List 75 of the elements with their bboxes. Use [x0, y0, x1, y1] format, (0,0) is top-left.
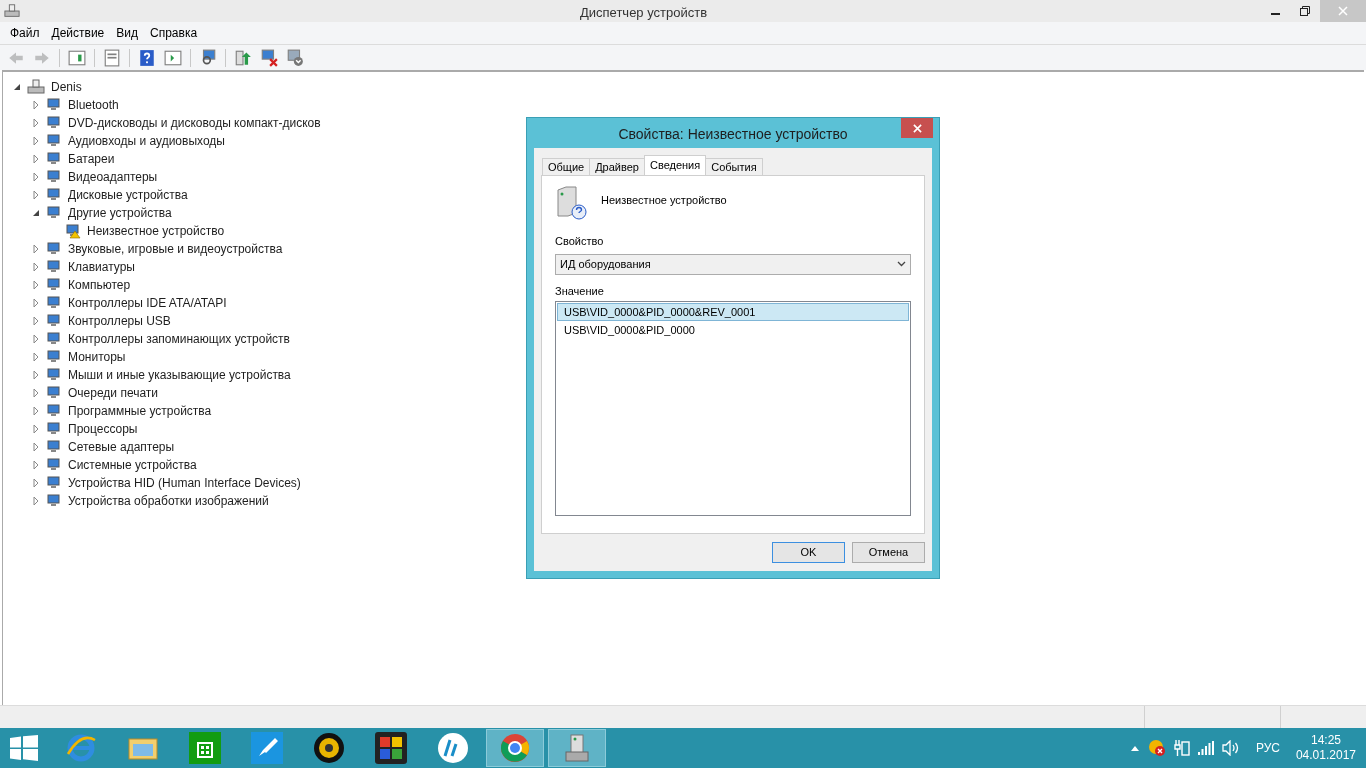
caret-up-icon[interactable] — [1129, 744, 1140, 752]
tree-item[interactable]: Контроллеры IDE ATA/ATAPI — [66, 294, 229, 312]
windows-logo-icon — [10, 735, 38, 761]
restore-icon — [1300, 6, 1310, 16]
tree-item[interactable]: Аудиовходы и аудиовыходы — [66, 132, 227, 150]
browser-icon — [65, 732, 97, 764]
tree-item[interactable]: Denis — [49, 78, 84, 96]
tab[interactable]: События — [705, 158, 763, 175]
device-remove-icon — [260, 48, 278, 67]
menu-item[interactable]: Действие — [45, 24, 111, 42]
tree-item[interactable]: Дисковые устройства — [66, 186, 190, 204]
dialog-title: Свойства: Неизвестное устройство — [618, 124, 848, 144]
value-label: Значение — [555, 283, 605, 299]
value-row[interactable]: USB\VID_0000&PID_0000 — [557, 321, 909, 339]
speaker-icon[interactable] — [1221, 740, 1240, 756]
power-plug-icon[interactable] — [1173, 739, 1190, 757]
clock[interactable]: 14:25 04.01.2017 — [1295, 733, 1356, 763]
computer-icon — [4, 3, 20, 19]
tree-item[interactable]: Системные устройства — [66, 456, 199, 474]
menu-item[interactable]: Вид — [110, 24, 144, 42]
tree-item[interactable]: Bluetooth — [66, 96, 121, 114]
tree-item[interactable]: Видеоадаптеры — [66, 168, 160, 186]
close-icon — [1338, 6, 1348, 16]
close-icon — [912, 123, 922, 133]
window-title: Диспетчер устройств — [580, 4, 708, 22]
tree-item[interactable]: Процессоры — [66, 420, 140, 438]
device-update-icon — [234, 48, 252, 67]
tree-item[interactable]: Звуковые, игровые и видеоустройства — [66, 240, 285, 258]
tree-item[interactable]: Мониторы — [66, 348, 128, 366]
unknown-device-icon — [555, 186, 587, 220]
webcam-icon — [313, 732, 345, 764]
device-name: Неизвестное устройство — [601, 193, 727, 208]
tree-item[interactable]: Сетевые адаптеры — [66, 438, 177, 456]
window-icon — [103, 48, 121, 67]
signal-bars-icon[interactable] — [1197, 741, 1214, 755]
tree-item[interactable]: Устройства HID (Human Interface Devices) — [66, 474, 303, 492]
tree-item[interactable]: Программные устройства — [66, 402, 214, 420]
property-dropdown[interactable]: ИД оборудования — [555, 253, 911, 275]
chevron-down-icon — [897, 261, 906, 267]
tab[interactable]: Общие — [542, 158, 591, 175]
tree-item[interactable]: Контроллеры запоминающих устройств — [66, 330, 292, 348]
dropdown-value: ИД оборудования — [560, 256, 652, 272]
language-indicator[interactable]: РУС — [1255, 739, 1280, 757]
puzzle-icon — [375, 732, 407, 764]
round-logo-icon — [437, 732, 469, 764]
shield-error-icon[interactable] — [1147, 739, 1166, 757]
tree-item[interactable]: Устройства обработки изображений — [66, 492, 271, 510]
colored-ring-icon — [499, 732, 531, 764]
dialog-button[interactable]: Отмена — [852, 542, 925, 563]
device-download-icon — [286, 48, 304, 67]
tree-item[interactable]: DVD-дисководы и дисководы компакт-дисков — [66, 114, 323, 132]
panel-icon — [164, 48, 182, 67]
value-row[interactable]: USB\VID_0000&PID_0000&REV_0001 — [557, 303, 909, 321]
tree-item[interactable]: Клавиатуры — [66, 258, 137, 276]
tree-item[interactable]: Компьютер — [66, 276, 133, 294]
tree-item[interactable]: Неизвестное устройство — [85, 222, 227, 240]
panel-icon — [68, 48, 86, 67]
help-icon — [138, 48, 156, 67]
menu-item[interactable]: Файл — [4, 24, 46, 42]
tree-item[interactable]: Батареи — [66, 150, 117, 168]
clock-date: 04.01.2017 — [1295, 748, 1356, 763]
computer-icon — [27, 79, 45, 95]
tree-item[interactable]: Очереди печати — [66, 384, 161, 402]
tab[interactable]: Сведения — [643, 155, 707, 175]
tree-item[interactable]: Мыши и иные указывающие устройства — [66, 366, 293, 384]
menu-item[interactable]: Справка — [144, 24, 204, 42]
tree-item[interactable]: Контроллеры USB — [66, 312, 173, 330]
tab[interactable]: Драйвер — [589, 158, 645, 175]
clock-time: 14:25 — [1310, 733, 1341, 748]
minimize-icon — [1270, 13, 1280, 15]
store-bag-icon — [189, 732, 221, 764]
dialog-button[interactable]: OK — [772, 542, 845, 563]
property-label: Свойство — [555, 234, 605, 249]
dialog-close-button[interactable] — [901, 118, 933, 138]
tree-item[interactable]: Другие устройства — [66, 204, 174, 222]
